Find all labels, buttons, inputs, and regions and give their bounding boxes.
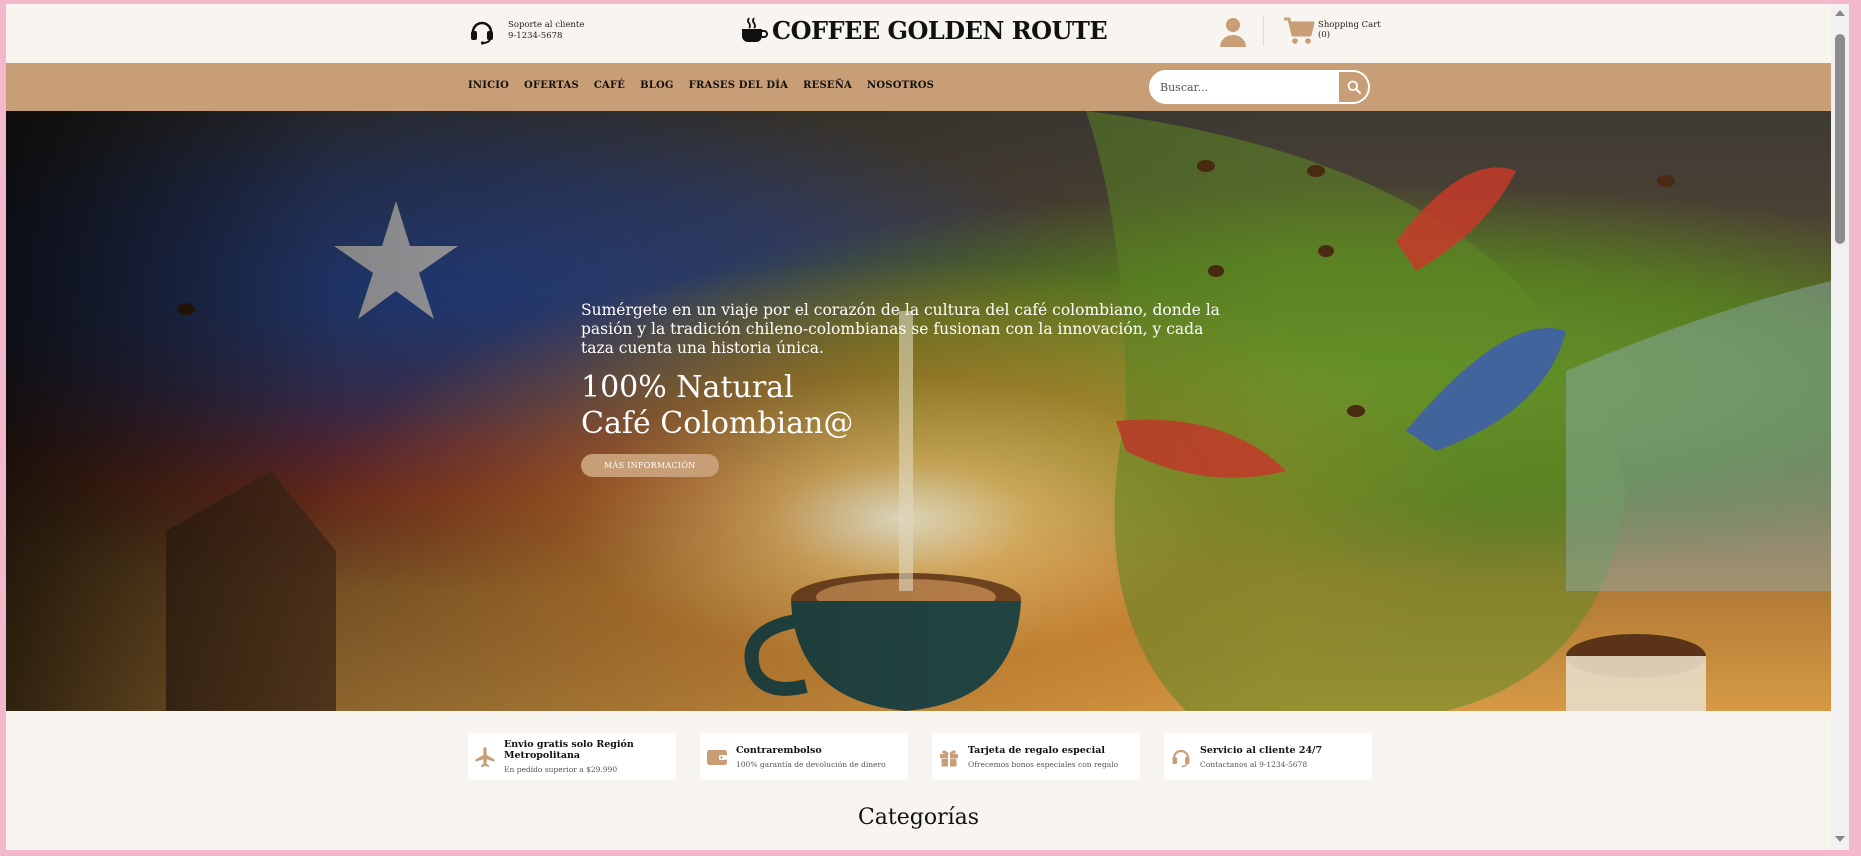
page: Soporte al cliente 9-1234-5678 COFFEE GO… [6, 4, 1831, 850]
coffee-cup-icon [742, 17, 768, 42]
hero-title: 100% Natural Café Colombian@ [581, 370, 1231, 442]
search-input[interactable] [1160, 75, 1330, 99]
main-navbar: INICIO OFERTAS CAFÉ BLOG FRASES DEL DÍA … [6, 63, 1831, 111]
more-info-button[interactable]: MÁS INFORMACIÓN [581, 454, 719, 477]
shopping-cart[interactable]: Shopping Cart (0) [1282, 16, 1381, 46]
support-label: Soporte al cliente [508, 20, 585, 30]
feature-title: Envio gratis solo Región Metropolitana [504, 739, 634, 761]
brand-logo[interactable]: COFFEE GOLDEN ROUTE [738, 15, 1108, 45]
feature-title: Servicio al cliente 24/7 [1200, 744, 1323, 756]
feature-free-shipping: Envio gratis solo Región Metropolitana E… [468, 733, 676, 780]
headset-icon [471, 21, 493, 45]
feature-gift-card: Tarjeta de regalo especial Ofrecemos bon… [932, 733, 1140, 780]
hero-banner: Sumérgete en un viaje por el corazón de … [6, 111, 1831, 711]
hero-title-line1: 100% Natural [581, 370, 794, 405]
feature-customer-service: Servicio al cliente 24/7 Contactanos al … [1164, 733, 1372, 780]
hero-content: Sumérgete en un viaje por el corazón de … [581, 301, 1231, 477]
feature-desc: Ofrecemos bonos especiales con regalo [968, 759, 1119, 769]
support-phone: 9-1234-5678 [508, 31, 563, 41]
wallet-icon [707, 749, 727, 765]
hero-title-line2: Café Colombian@ [581, 406, 854, 441]
vertical-scrollbar[interactable] [1831, 4, 1849, 850]
nav-item-blog[interactable]: BLOG [640, 80, 674, 91]
search-icon [1347, 80, 1361, 94]
user-account-icon[interactable] [1218, 16, 1248, 48]
plane-icon [475, 746, 495, 767]
feature-desc: 100% garantía de devolución de dinero [736, 759, 886, 769]
feature-title: Tarjeta de regalo especial [968, 744, 1105, 756]
cart-icon [1284, 17, 1315, 44]
nav-item-frases[interactable]: FRASES DEL DÍA [689, 80, 788, 91]
nav-menu: INICIO OFERTAS CAFÉ BLOG FRASES DEL DÍA … [468, 80, 949, 91]
features-row: Envio gratis solo Región Metropolitana E… [468, 733, 1372, 780]
cart-count: (0) [1318, 30, 1331, 40]
headset-icon [1172, 749, 1190, 767]
nav-item-ofertas[interactable]: OFERTAS [524, 80, 579, 91]
header-divider [1263, 16, 1264, 46]
scroll-down-arrow-icon[interactable] [1835, 836, 1845, 842]
nav-item-cafe[interactable]: CAFÉ [594, 80, 625, 91]
nav-item-inicio[interactable]: INICIO [468, 80, 509, 91]
brand-name: COFFEE GOLDEN ROUTE [772, 15, 1108, 45]
search-button[interactable] [1338, 71, 1369, 103]
feature-cash-on-delivery: Contrarembolso 100% garantía de devoluci… [700, 733, 908, 780]
browser-viewport: Soporte al cliente 9-1234-5678 COFFEE GO… [6, 4, 1849, 850]
cart-label: Shopping Cart [1318, 20, 1381, 30]
search-box [1149, 70, 1370, 104]
hero-lead: Sumérgete en un viaje por el corazón de … [581, 301, 1220, 357]
gift-icon [940, 749, 958, 766]
feature-desc: Contactanos al 9-1234-5678 [1200, 759, 1308, 769]
scroll-up-arrow-icon[interactable] [1835, 10, 1845, 16]
categories-heading: Categorías [857, 805, 980, 830]
nav-item-nosotros[interactable]: NOSOTROS [867, 80, 934, 91]
scrollbar-thumb[interactable] [1835, 34, 1845, 244]
nav-item-resena[interactable]: RESEÑA [803, 80, 852, 91]
customer-support[interactable]: Soporte al cliente 9-1234-5678 [468, 17, 584, 45]
top-header: Soporte al cliente 9-1234-5678 COFFEE GO… [6, 4, 1831, 63]
feature-title: Contrarembolso [736, 744, 822, 756]
feature-desc: En pedido superior a $29.990 [504, 765, 618, 774]
